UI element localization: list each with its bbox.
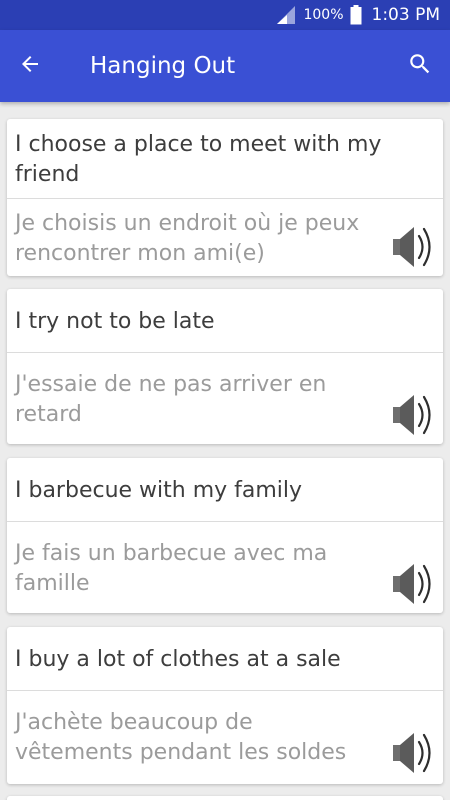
- phrase-list: I choose a place to meet with my friend …: [0, 102, 450, 800]
- phrase-english: I choose a place to meet with my friend: [15, 132, 382, 187]
- phrase-card: I barbecue with my family Je fais un bar…: [7, 458, 443, 613]
- phrase-english: I try not to be late: [15, 309, 215, 334]
- phrase-french: Je fais un barbecue avec ma famille: [15, 541, 328, 596]
- signal-icon: [275, 5, 297, 25]
- card-divider: [7, 690, 443, 691]
- status-indicators: 100% 1:03 PM: [275, 0, 440, 30]
- speaker-icon: [392, 728, 438, 778]
- search-icon: [407, 51, 433, 81]
- phrase-english: I buy a lot of clothes at a sale: [15, 647, 341, 672]
- phrase-french: J'achète beaucoup de vêtements pendant l…: [15, 710, 347, 765]
- play-audio-button[interactable]: [392, 728, 438, 778]
- phrase-english: I barbecue with my family: [15, 478, 303, 503]
- phrase-card: [7, 796, 443, 800]
- page-title: Hanging Out: [90, 53, 236, 79]
- clock: 1:03 PM: [371, 5, 441, 25]
- back-arrow-icon: [18, 52, 42, 80]
- card-divider: [7, 521, 443, 522]
- phrase-card: I choose a place to meet with my friend …: [7, 119, 443, 276]
- play-audio-button[interactable]: [392, 390, 438, 440]
- phrase-card: I try not to be late J'essaie de ne pas …: [7, 289, 443, 444]
- search-button[interactable]: [402, 48, 438, 84]
- phrase-card: I buy a lot of clothes at a sale J'achèt…: [7, 627, 443, 784]
- speaker-icon: [392, 222, 438, 272]
- app-bar: Hanging Out: [0, 30, 450, 102]
- play-audio-button[interactable]: [392, 559, 438, 609]
- card-divider: [7, 198, 443, 199]
- speaker-icon: [392, 559, 438, 609]
- play-audio-button[interactable]: [392, 222, 438, 272]
- phrase-french: Je choisis un endroit où je peux rencont…: [15, 211, 360, 266]
- battery-percent: 100%: [303, 7, 344, 23]
- status-bar: 100% 1:03 PM: [0, 0, 450, 30]
- phrase-french: J'essaie de ne pas arriver en retard: [15, 372, 327, 427]
- back-button[interactable]: [12, 48, 48, 84]
- battery-icon: [350, 5, 362, 25]
- speaker-icon: [392, 390, 438, 440]
- card-divider: [7, 352, 443, 353]
